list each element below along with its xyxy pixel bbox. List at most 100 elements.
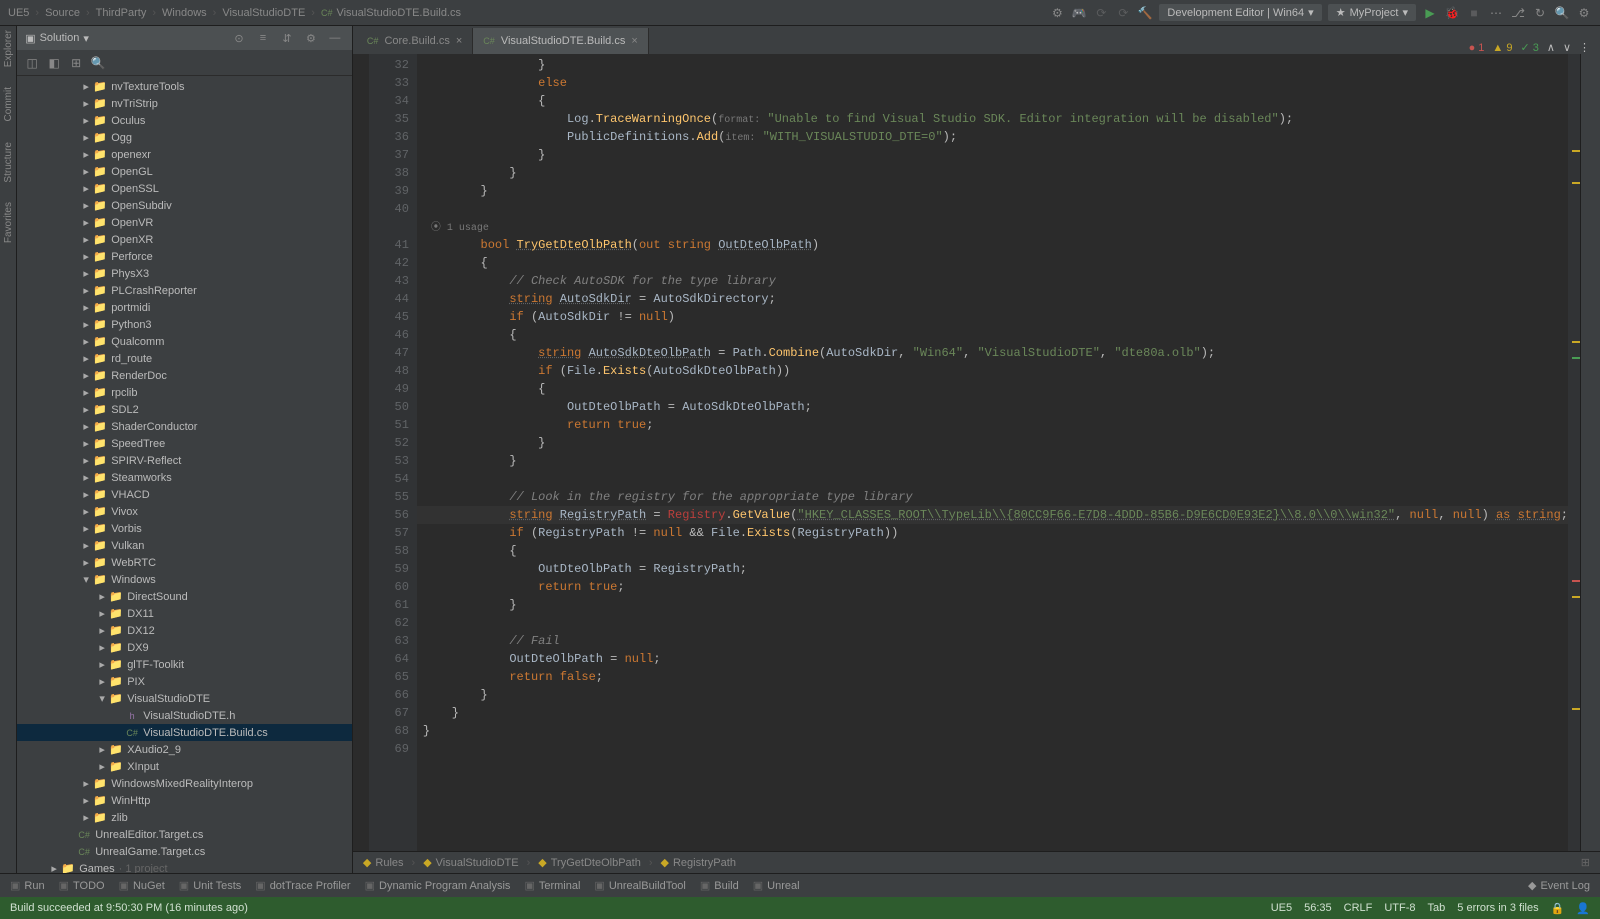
rail-explorer[interactable]: Explorer (3, 30, 14, 67)
tool-unreal[interactable]: ▣ Unreal (753, 879, 800, 892)
tool-run[interactable]: ▣ Run (10, 879, 45, 892)
tree-node[interactable]: ▸📁Qualcomm (17, 333, 352, 350)
rail-favorites[interactable]: Favorites (3, 202, 14, 243)
nav-up-icon[interactable]: ∧ (1547, 41, 1555, 54)
tree-node[interactable]: ▸📁nvTextureTools (17, 78, 352, 95)
tool-nuget[interactable]: ▣ NuGet (119, 879, 165, 892)
tree-node[interactable]: ▸📁Vivox (17, 503, 352, 520)
sync-icon[interactable]: ⟳ (1093, 5, 1109, 21)
tab-close-icon[interactable]: × (631, 35, 637, 47)
tool-unit-tests[interactable]: ▣ Unit Tests (179, 879, 242, 892)
status-item[interactable]: UTF-8 (1384, 902, 1415, 914)
lock-icon[interactable]: 🔒 (1551, 902, 1565, 915)
status-item[interactable]: UE5 (1271, 902, 1292, 914)
person-icon[interactable]: 👤 (1576, 902, 1590, 915)
tree-node[interactable]: ▸📁RenderDoc (17, 367, 352, 384)
code-breadcrumb[interactable]: ◆ Rules›◆ VisualStudioDTE›◆ TryGetDteOlb… (353, 851, 1600, 873)
error-stripe[interactable] (1568, 54, 1580, 851)
tree-node[interactable]: ▸📁OpenXR (17, 231, 352, 248)
tree-node[interactable]: ▸📁WinHttp (17, 792, 352, 809)
gear-icon[interactable]: ⚙ (1049, 5, 1065, 21)
minimize-icon[interactable]: — (326, 29, 344, 47)
tab-close-icon[interactable]: × (456, 35, 462, 47)
warn-count[interactable]: ▲ 9 (1492, 42, 1512, 54)
layout-icon[interactable]: ⊞ (1581, 856, 1590, 869)
refresh-icon[interactable]: ↻ (1532, 5, 1548, 21)
tree-node[interactable]: ▸📁Steamworks (17, 469, 352, 486)
search-icon[interactable]: 🔍 (1554, 5, 1570, 21)
tool-terminal[interactable]: ▣ Terminal (524, 879, 580, 892)
controller-icon[interactable]: 🎮 (1071, 5, 1087, 21)
git-icon[interactable]: ⎇ (1510, 5, 1526, 21)
code-bc-item[interactable]: ◆ VisualStudioDTE (423, 856, 518, 869)
tree-node[interactable]: ▸📁VHACD (17, 486, 352, 503)
tree-node[interactable]: ▸📁ShaderConductor (17, 418, 352, 435)
tree-node[interactable]: ▸📁PIX (17, 673, 352, 690)
tool-dottrace-profiler[interactable]: ▣ dotTrace Profiler (255, 879, 350, 892)
tree-node[interactable]: ▸📁glTF-Toolkit (17, 656, 352, 673)
code-bc-item[interactable]: ◆ RegistryPath (661, 856, 736, 869)
breadcrumb-item[interactable]: Source (45, 7, 80, 19)
tree-node[interactable]: ▸📁PhysX3 (17, 265, 352, 282)
tree-node[interactable]: ▸📁WebRTC (17, 554, 352, 571)
tree-node[interactable]: ▾📁Windows (17, 571, 352, 588)
tree-node[interactable]: ▸📁Oculus (17, 112, 352, 129)
tree-node[interactable]: ▸📁DX11 (17, 605, 352, 622)
rail-structure[interactable]: Structure (3, 142, 14, 183)
tree-node[interactable]: ▸📁rd_route (17, 350, 352, 367)
status-item[interactable]: 56:35 (1304, 902, 1332, 914)
target-icon[interactable]: ⊙ (230, 29, 248, 47)
status-item[interactable]: CRLF (1344, 902, 1373, 914)
tree-node[interactable]: ▸📁DirectSound (17, 588, 352, 605)
tree-node[interactable]: ▸📁WindowsMixedRealityInterop (17, 775, 352, 792)
tree-node[interactable]: ▸📁DX9 (17, 639, 352, 656)
tree-node[interactable]: ▸📁zlib (17, 809, 352, 826)
expand-icon[interactable]: ≡ (254, 29, 272, 47)
gear2-icon[interactable]: ⚙ (302, 29, 320, 47)
code-bc-item[interactable]: ◆ TryGetDteOlbPath (538, 856, 641, 869)
tree-node[interactable]: ▸📁portmidi (17, 299, 352, 316)
tree-node[interactable]: ▸📁SpeedTree (17, 435, 352, 452)
event-log[interactable]: ◆ Event Log (1528, 879, 1590, 892)
breadcrumb-item[interactable]: ThirdParty (96, 7, 147, 19)
collapse-icon[interactable]: ⇵ (278, 29, 296, 47)
tree-node[interactable]: ▸📁nvTriStrip (17, 95, 352, 112)
solution-tree[interactable]: ▸📁nvTextureTools▸📁nvTriStrip▸📁Oculus▸📁Og… (17, 76, 352, 873)
tree-node[interactable]: ▸📁openexr (17, 146, 352, 163)
solution-header[interactable]: ▣ Solution ▾ ⊙ ≡ ⇵ ⚙ — (17, 26, 352, 50)
tool3-icon[interactable]: ⊞ (67, 54, 85, 72)
sync2-icon[interactable]: ⟳ (1115, 5, 1131, 21)
breadcrumb-item[interactable]: UE5 (8, 7, 29, 19)
breadcrumb-item[interactable]: C#VisualStudioDTE.Build.cs (321, 7, 461, 19)
code-bc-item[interactable]: ◆ Rules (363, 856, 404, 869)
tree-node[interactable]: ▸📁PLCrashReporter (17, 282, 352, 299)
tree-node[interactable]: C#VisualStudioDTE.Build.cs (17, 724, 352, 741)
tree-node[interactable]: ▸📁Perforce (17, 248, 352, 265)
tree-node[interactable]: hVisualStudioDTE.h (17, 707, 352, 724)
tree-node[interactable]: ▸📁OpenSubdiv (17, 197, 352, 214)
tree-node[interactable]: C#UnrealGame.Target.cs (17, 843, 352, 860)
tree-node[interactable]: ▸📁SPIRV-Reflect (17, 452, 352, 469)
status-item[interactable]: 5 errors in 3 files (1457, 902, 1538, 914)
hammer-icon[interactable]: 🔨 (1137, 5, 1153, 21)
tree-node[interactable]: ▸📁OpenGL (17, 163, 352, 180)
config-selector[interactable]: Development Editor | Win64 ▾ (1159, 4, 1321, 21)
tree-node[interactable]: ▸📁rpclib (17, 384, 352, 401)
tree-node[interactable]: ▸📁OpenVR (17, 214, 352, 231)
code-content[interactable]: } else { Log.TraceWarningOnce(format: "U… (417, 54, 1568, 851)
project-selector[interactable]: ★ MyProject ▾ (1328, 4, 1416, 21)
nav-down-icon[interactable]: ∨ (1563, 41, 1571, 54)
stop-icon[interactable]: ■ (1466, 5, 1482, 21)
tool-todo[interactable]: ▣ TODO (59, 879, 105, 892)
tool-build[interactable]: ▣ Build (700, 879, 739, 892)
editor-tab[interactable]: C#VisualStudioDTE.Build.cs× (473, 28, 648, 54)
tree-node[interactable]: ▸📁Ogg (17, 129, 352, 146)
line-gutter[interactable]: 3233343536373839404142434445464748495051… (369, 54, 417, 851)
tool-dynamic-program-analysis[interactable]: ▣ Dynamic Program Analysis (365, 879, 511, 892)
tool-unrealbuildtool[interactable]: ▣ UnrealBuildTool (594, 879, 685, 892)
tree-node[interactable]: ▸📁OpenSSL (17, 180, 352, 197)
breadcrumb-item[interactable]: Windows (162, 7, 207, 19)
tree-node[interactable]: ▸📁DX12 (17, 622, 352, 639)
tree-node[interactable]: ▸📁XAudio2_9 (17, 741, 352, 758)
error-count[interactable]: ● 1 (1469, 42, 1485, 54)
